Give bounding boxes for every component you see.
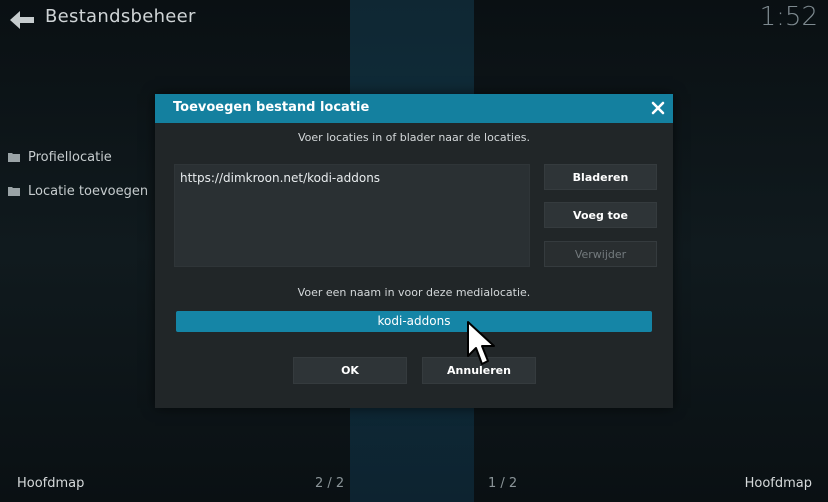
- footer-right-label: Hoofdmap: [744, 476, 812, 491]
- page-title: Bestandsbeheer: [45, 6, 196, 27]
- source-name-input[interactable]: kodi-addons: [176, 311, 652, 332]
- footer-bar: Hoofdmap 2 / 2 1 / 2 Hoofdmap: [0, 472, 828, 496]
- remove-button[interactable]: Verwijder: [544, 241, 657, 267]
- top-bar: Bestandsbeheer 1:52: [0, 0, 828, 40]
- sidebar-item-label: Profiellocatie: [28, 149, 112, 165]
- locations-instruction: Voer locaties in of blader naar de locat…: [298, 131, 530, 144]
- sidebar-item-locatie-toevoegen[interactable]: Locatie toevoegen: [8, 174, 148, 208]
- sidebar-item-profiellocatie[interactable]: Profiellocatie: [8, 140, 148, 174]
- ok-button[interactable]: OK: [293, 357, 407, 384]
- footer-left-label: Hoofdmap: [17, 476, 85, 491]
- dialog-title: Toevoegen bestand locatie: [173, 100, 370, 115]
- folder-icon: [8, 153, 20, 162]
- location-list[interactable]: https://dimkroon.net/kodi-addons: [174, 164, 530, 267]
- back-arrow-icon[interactable]: [10, 9, 34, 31]
- mouse-pointer-icon: [467, 321, 495, 365]
- name-instruction: Voer een naam in voor deze medialocatie.: [297, 286, 531, 299]
- close-icon[interactable]: [651, 101, 665, 115]
- dialog-header: Toevoegen bestand locatie: [155, 94, 673, 123]
- add-source-dialog: Toevoegen bestand locatie Voer locaties …: [155, 94, 673, 408]
- clock: 1:52: [759, 2, 818, 32]
- page-indicator-left: 2 / 2: [315, 476, 345, 491]
- sidebar-item-label: Locatie toevoegen: [28, 183, 149, 199]
- add-button[interactable]: Voeg toe: [544, 202, 657, 228]
- browse-button[interactable]: Bladeren: [544, 164, 657, 190]
- location-item[interactable]: https://dimkroon.net/kodi-addons: [180, 171, 380, 185]
- folder-icon: [8, 187, 20, 196]
- sidebar: Profiellocatie Locatie toevoegen: [8, 140, 148, 208]
- page-indicator-right: 1 / 2: [488, 476, 518, 491]
